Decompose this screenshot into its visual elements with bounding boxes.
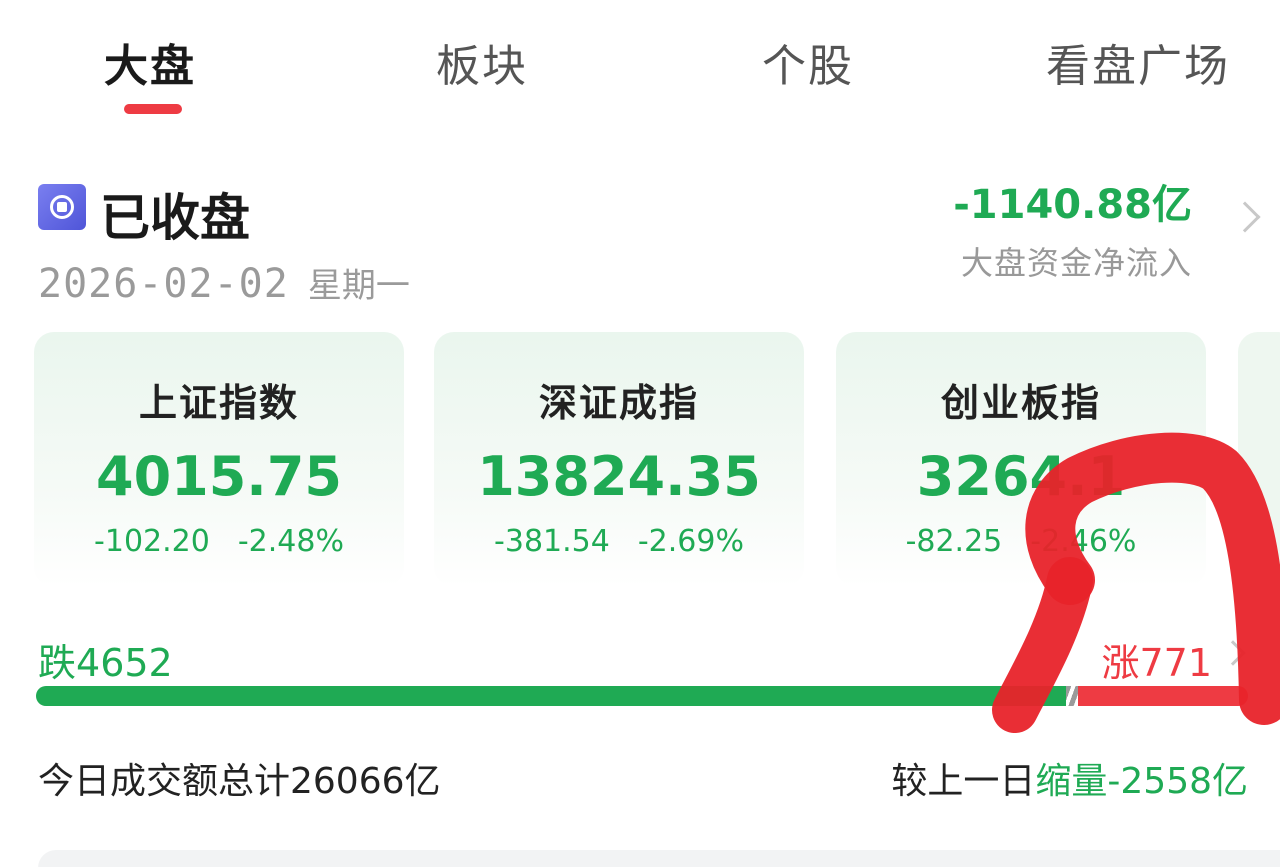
- capital-flow-label: 大盘资金净流入: [960, 244, 1192, 282]
- top-tab-bar: 大盘 板块 个股 看盘广场: [0, 0, 1280, 130]
- decliners-count: 跌4652: [38, 632, 173, 687]
- index-change-points: -82.25: [905, 524, 1003, 559]
- advancers-value: 771: [1139, 641, 1212, 685]
- tab-sectors[interactable]: 板块: [436, 30, 528, 94]
- tab-stocks[interactable]: 个股: [762, 30, 854, 94]
- index-name: 深证成指: [538, 381, 699, 425]
- trading-date: 2026-02-02 星期一: [38, 258, 410, 307]
- advancers-bar-segment: [1078, 686, 1248, 706]
- index-name: 创业板指: [940, 381, 1101, 425]
- active-tab-indicator: [124, 104, 182, 114]
- tab-market-square[interactable]: 看盘广场: [1046, 30, 1230, 94]
- comparison-value: 缩量-2558亿: [1035, 761, 1248, 802]
- index-card-shenzhen[interactable]: 深证成指 13824.35 -381.54 -2.69%: [434, 332, 804, 587]
- next-section-card: [38, 850, 1280, 867]
- index-change: -82.25 -2.46%: [836, 524, 1206, 559]
- date-value: 2026-02-02: [38, 261, 289, 307]
- index-change-points: -381.54: [494, 524, 610, 559]
- index-change-percent: -2.69%: [637, 524, 744, 559]
- decliners-value: 4652: [76, 641, 173, 685]
- unchanged-bar-segment: [1066, 686, 1079, 706]
- index-change-points: -102.20: [94, 524, 210, 559]
- market-closed-icon: [38, 184, 86, 230]
- index-card-shanghai[interactable]: 上证指数 4015.75 -102.20 -2.48%: [34, 332, 404, 587]
- advancers-label: 涨: [1101, 641, 1140, 685]
- index-name: 上证指数: [138, 381, 299, 425]
- index-change-percent: -2.48%: [237, 524, 344, 559]
- market-status-text: 已收盘: [100, 189, 250, 247]
- advance-decline-row[interactable]: 跌4652 涨771: [38, 632, 1246, 685]
- advance-decline-bar: [36, 686, 1248, 706]
- index-change-percent: -2.46%: [1030, 524, 1137, 559]
- index-change: -381.54 -2.69%: [434, 524, 804, 559]
- index-value: 13824.35: [477, 445, 761, 508]
- chevron-right-icon[interactable]: [1220, 640, 1246, 666]
- turnover-comparison: 较上一日缩量-2558亿: [891, 752, 1248, 804]
- weekday-label: 星期一: [307, 266, 410, 306]
- turnover-total: 今日成交额总计26066亿: [38, 761, 441, 802]
- index-value: 3264.1: [916, 445, 1126, 508]
- index-card-chinext[interactable]: 创业板指 3264.1 -82.25 -2.46%: [836, 332, 1206, 587]
- index-change: -102.20 -2.48%: [34, 524, 404, 559]
- chevron-right-icon[interactable]: [1229, 201, 1261, 233]
- index-card-next-peek[interactable]: [1238, 332, 1280, 587]
- advancers-count: 涨771: [1101, 632, 1212, 687]
- capital-flow-value: -1140.88亿: [953, 182, 1192, 228]
- tab-market-overview[interactable]: 大盘: [104, 30, 196, 94]
- decliners-bar-segment: [36, 686, 1067, 706]
- index-value: 4015.75: [96, 445, 342, 508]
- comparison-prefix: 较上一日: [891, 761, 1036, 802]
- decliners-label: 跌: [38, 641, 77, 685]
- capital-flow-summary[interactable]: -1140.88亿 大盘资金净流入: [953, 172, 1192, 284]
